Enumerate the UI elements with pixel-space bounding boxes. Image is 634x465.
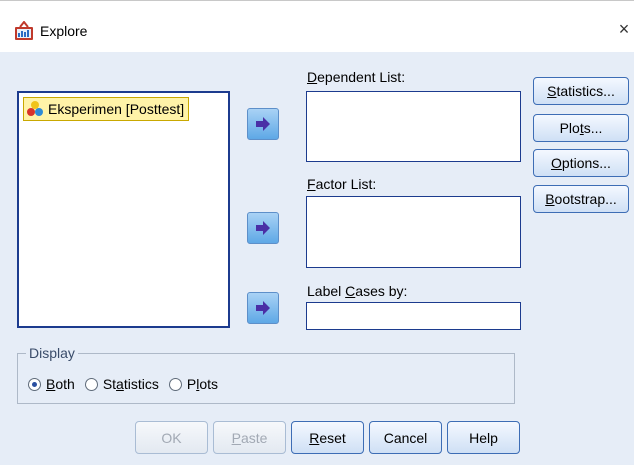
factor-list-box[interactable] — [306, 196, 521, 268]
factor-list-label: Factor List: — [307, 176, 377, 192]
radio-both[interactable] — [28, 377, 41, 391]
radio-plots[interactable] — [168, 377, 182, 391]
radio-plots-label[interactable]: Plots — [187, 376, 218, 392]
move-to-label-cases-button[interactable] — [247, 292, 279, 324]
display-radio-row: Both Statistics Plots — [28, 376, 228, 392]
label-cases-label: Label Cases by: — [307, 283, 408, 299]
dependent-list-box[interactable] — [306, 91, 521, 162]
source-variable-list[interactable]: Eksperimen [Posttest] — [17, 91, 230, 328]
radio-statistics[interactable] — [84, 377, 98, 391]
options-button[interactable]: Options... — [533, 149, 629, 177]
display-group: Display Both Statistics Plots — [17, 345, 515, 404]
plots-button[interactable]: Plo t s... — [533, 114, 629, 142]
title-bar: Explore × — [0, 0, 634, 53]
reset-button[interactable]: Reset — [291, 421, 364, 454]
explore-app-icon — [15, 21, 33, 40]
dependent-list-label: Dependent List: — [307, 69, 406, 85]
help-button[interactable]: Help — [447, 421, 520, 454]
ok-button[interactable]: OK — [135, 421, 208, 454]
label-cases-box[interactable] — [306, 302, 521, 330]
move-to-factor-button[interactable] — [247, 212, 279, 244]
radio-both-label[interactable]: Both — [46, 376, 75, 392]
display-legend: Display — [26, 345, 78, 361]
right-arrow-icon — [256, 301, 270, 315]
statistics-button[interactable]: Statistics... — [533, 77, 629, 105]
move-to-dependent-button[interactable] — [247, 108, 279, 140]
variable-item[interactable]: Eksperimen [Posttest] — [23, 97, 190, 121]
window-title: Explore — [40, 23, 88, 39]
paste-button[interactable]: Paste — [213, 421, 286, 454]
bootstrap-button[interactable]: Bootstrap... — [533, 185, 629, 213]
right-arrow-icon — [256, 117, 270, 131]
scale-variable-icon — [27, 101, 43, 116]
variable-label: Eksperimen [Posttest] — [48, 101, 185, 117]
cancel-button[interactable]: Cancel — [369, 421, 442, 454]
right-arrow-icon — [256, 221, 270, 235]
close-icon[interactable]: × — [616, 19, 632, 39]
radio-statistics-label[interactable]: Statistics — [103, 376, 159, 392]
